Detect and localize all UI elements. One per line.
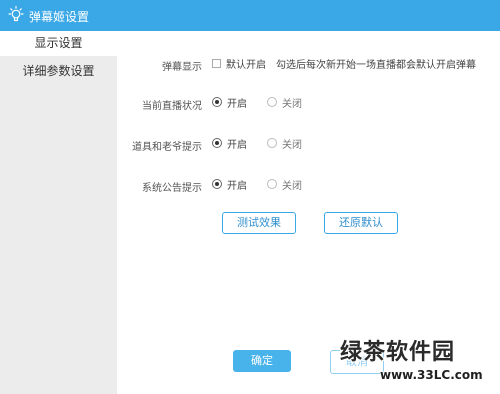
radio-checked-icon[interactable] <box>212 97 222 107</box>
radio-unchecked-icon[interactable] <box>267 179 277 189</box>
radio-on-label: 开启 <box>227 98 247 110</box>
default-on-checkbox[interactable]: 默认开启 <box>212 55 266 71</box>
danmu-display-label: 弹幕显示 <box>162 62 202 73</box>
window-title: 弹幕姬设置 <box>29 10 90 24</box>
lightbulb-icon <box>8 5 24 22</box>
live-status-label: 当前直播状况 <box>142 101 202 112</box>
checkbox-box[interactable] <box>212 58 221 68</box>
danmu-hint-text: 勾选后每次新开始一场直播都会默认开启弹幕 <box>276 60 476 71</box>
test-effect-button[interactable]: 测试效果 <box>222 212 296 234</box>
watermark-brand: 绿茶软件园 <box>340 340 456 365</box>
radio-unchecked-icon[interactable] <box>267 97 277 107</box>
restore-default-button[interactable]: 还原默认 <box>324 212 398 234</box>
system-notice-label: 系统公告提示 <box>142 183 202 194</box>
gift-prompt-off-radio[interactable]: 关闭 <box>267 135 302 151</box>
system-notice-on-radio[interactable]: 开启 <box>212 176 247 192</box>
gift-prompt-label: 道具和老爷提示 <box>132 142 202 153</box>
radio-on-label: 开启 <box>227 139 247 151</box>
sidebar: 显示设置 详细参数设置 <box>0 31 117 394</box>
radio-on-label: 开启 <box>227 180 247 192</box>
default-on-label: 默认开启 <box>226 59 266 71</box>
sidebar-item-display-settings[interactable]: 显示设置 <box>0 31 117 56</box>
radio-off-label: 关闭 <box>282 139 302 151</box>
confirm-button[interactable]: 确定 <box>233 350 291 372</box>
live-status-on-radio[interactable]: 开启 <box>212 94 247 110</box>
radio-checked-icon[interactable] <box>212 138 222 148</box>
gift-prompt-on-radio[interactable]: 开启 <box>212 135 247 151</box>
radio-off-label: 关闭 <box>282 98 302 110</box>
system-notice-off-radio[interactable]: 关闭 <box>267 176 302 192</box>
title-bar: 弹幕姬设置 <box>0 0 500 31</box>
radio-unchecked-icon[interactable] <box>267 138 277 148</box>
watermark-url: www.33LC.com <box>380 368 483 382</box>
radio-checked-icon[interactable] <box>212 179 222 189</box>
radio-off-label: 关闭 <box>282 180 302 192</box>
live-status-off-radio[interactable]: 关闭 <box>267 94 302 110</box>
